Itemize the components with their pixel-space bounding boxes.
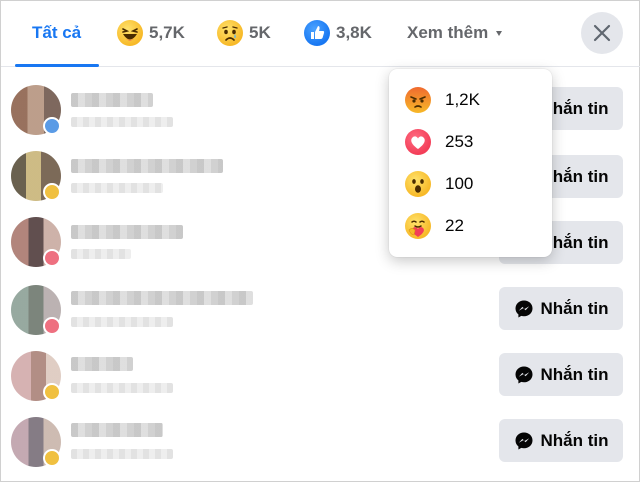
angry-emoji-icon (405, 87, 431, 113)
person-name[interactable] (71, 423, 163, 437)
person-subtitle (71, 117, 173, 127)
person-subtitle (71, 449, 173, 459)
reactions-dialog: Tất cả 5,7K 5K 3,8K Xem thêm Nhắn tin Nh… (0, 0, 640, 482)
caret-down-icon (496, 30, 503, 36)
love-badge-icon (43, 317, 61, 335)
like-badge-icon (43, 117, 61, 135)
dropdown-wow-count: 100 (445, 174, 474, 193)
message-button-label: Nhắn tin (540, 298, 609, 318)
message-button[interactable]: Nhắn tin (499, 353, 623, 396)
person-name[interactable] (71, 357, 133, 371)
tab-all[interactable]: Tất cả (32, 15, 81, 51)
care-emoji-icon (405, 213, 431, 239)
dropdown-love-count: 253 (445, 132, 474, 151)
tab-like[interactable]: 3,8K (304, 15, 372, 51)
haha-badge-icon (43, 183, 61, 201)
wow-emoji-icon (405, 171, 431, 197)
tab-like-count: 3,8K (336, 23, 372, 42)
close-icon (593, 24, 611, 42)
like-emoji-icon (304, 20, 330, 46)
dropdown-angry-count: 1,2K (445, 90, 480, 109)
person-name[interactable] (71, 291, 253, 305)
dropdown-item-love[interactable]: 253 (405, 127, 535, 157)
person-subtitle (71, 317, 173, 327)
person-name[interactable] (71, 159, 223, 173)
tab-more[interactable]: Xem thêm (407, 15, 503, 51)
more-reactions-dropdown: 1,2K 253 100 22 (389, 69, 552, 257)
person-name[interactable] (71, 225, 183, 239)
person-subtitle (71, 249, 131, 259)
dropdown-item-care[interactable]: 22 (405, 211, 535, 241)
message-button-label: Nhắn tin (540, 364, 609, 384)
person-subtitle (71, 383, 173, 393)
tab-sad[interactable]: 5K (217, 15, 271, 51)
list-item[interactable]: Nhắn tin (1, 417, 640, 482)
message-button-label: Nhắn tin (540, 430, 609, 450)
message-button[interactable]: Nhắn tin (499, 419, 623, 462)
messenger-icon (514, 431, 534, 451)
tab-haha[interactable]: 5,7K (117, 15, 185, 51)
list-item[interactable]: Nhắn tin (1, 351, 640, 417)
haha-badge-icon (43, 449, 61, 467)
messenger-icon (514, 365, 534, 385)
tab-haha-count: 5,7K (149, 23, 185, 42)
messenger-icon (514, 299, 534, 319)
haha-emoji-icon (117, 20, 143, 46)
love-emoji-icon (405, 129, 431, 155)
dropdown-care-count: 22 (445, 216, 464, 235)
dropdown-item-angry[interactable]: 1,2K (405, 85, 535, 115)
reaction-tabs: Tất cả 5,7K 5K 3,8K Xem thêm (1, 1, 640, 67)
person-name[interactable] (71, 93, 153, 107)
person-subtitle (71, 183, 163, 193)
tab-all-label: Tất cả (32, 23, 82, 42)
sad-emoji-icon (217, 20, 243, 46)
tab-sad-count: 5K (249, 23, 271, 42)
love-badge-icon (43, 249, 61, 267)
dropdown-item-wow[interactable]: 100 (405, 169, 535, 199)
list-item[interactable]: Nhắn tin (1, 285, 640, 351)
haha-badge-icon (43, 383, 61, 401)
close-button[interactable] (581, 12, 623, 54)
tab-more-label: Xem thêm (407, 23, 489, 42)
active-tab-indicator (15, 64, 99, 67)
message-button[interactable]: Nhắn tin (499, 287, 623, 330)
